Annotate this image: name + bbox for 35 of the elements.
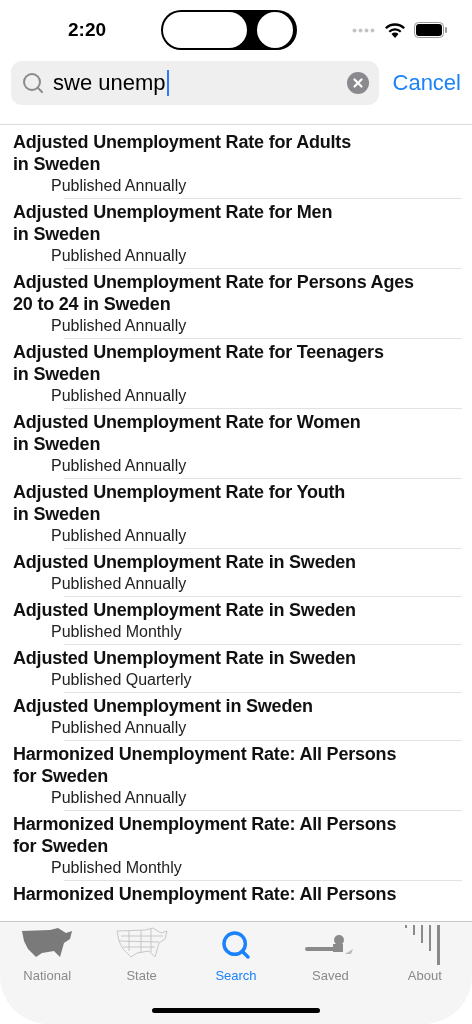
status-time: 2:20 bbox=[68, 19, 107, 41]
result-title[interactable]: Adjusted Unemployment Rate for Youth in Sweden bbox=[13, 481, 462, 525]
result-frequency: Published Annually bbox=[51, 526, 188, 546]
result-title[interactable]: Adjusted Unemployment Rate for Teenagers in Sweden bbox=[13, 341, 462, 385]
result-title[interactable]: Adjusted Unemployment Rate in Sweden bbox=[13, 647, 462, 669]
result-frequency: Published Annually bbox=[51, 316, 188, 336]
result-frequency: Published Annually bbox=[51, 718, 188, 738]
result-title[interactable]: Adjusted Unemployment Rate for Persons Ages 20 to 24 in Sweden bbox=[13, 271, 462, 315]
battery-icon bbox=[414, 22, 448, 38]
cancel-button[interactable]: Cancel bbox=[392, 70, 461, 96]
result-frequency: Published Annually bbox=[51, 456, 188, 476]
result-title[interactable]: Adjusted Unemployment Rate for Women in Sweden bbox=[13, 411, 462, 455]
wifi-icon bbox=[384, 22, 406, 38]
result-frequency: Published Annually bbox=[51, 574, 188, 594]
result-frequency: Published Annually bbox=[51, 176, 188, 196]
search-icon bbox=[220, 929, 252, 961]
search-field[interactable]: swe unemp bbox=[11, 61, 379, 105]
result-title[interactable]: Harmonized Unemployment Rate: All Persons bbox=[13, 883, 462, 905]
result-frequency: Published Monthly bbox=[51, 622, 183, 642]
result-title[interactable]: Adjusted Unemployment Rate in Sweden bbox=[13, 599, 462, 621]
result-title[interactable]: Adjusted Unemployment Rate for Adults in Sweden bbox=[13, 131, 462, 175]
result-title[interactable]: Adjusted Unemployment Rate for Men in Sweden bbox=[13, 201, 462, 245]
result-frequency: Published Annually bbox=[51, 246, 188, 266]
search-icon bbox=[21, 71, 45, 95]
result-title[interactable]: Harmonized Unemployment Rate: All Persons for Sweden bbox=[13, 813, 462, 857]
tab-item[interactable]: Search bbox=[188, 922, 284, 986]
clear-icon[interactable] bbox=[346, 72, 369, 94]
result-frequency: Published Annually bbox=[51, 788, 188, 808]
result-frequency: Published Quarterly bbox=[51, 670, 193, 690]
result-title[interactable]: Adjusted Unemployment in Sweden bbox=[13, 695, 462, 717]
result-title[interactable]: Adjusted Unemployment Rate in Sweden bbox=[13, 551, 462, 573]
result-title[interactable]: Harmonized Unemployment Rate: All Persons for Sweden bbox=[13, 743, 462, 787]
result-frequency: Published Annually bbox=[51, 386, 188, 406]
result-frequency: Published Monthly bbox=[51, 858, 183, 878]
signal-icon bbox=[352, 27, 376, 33]
